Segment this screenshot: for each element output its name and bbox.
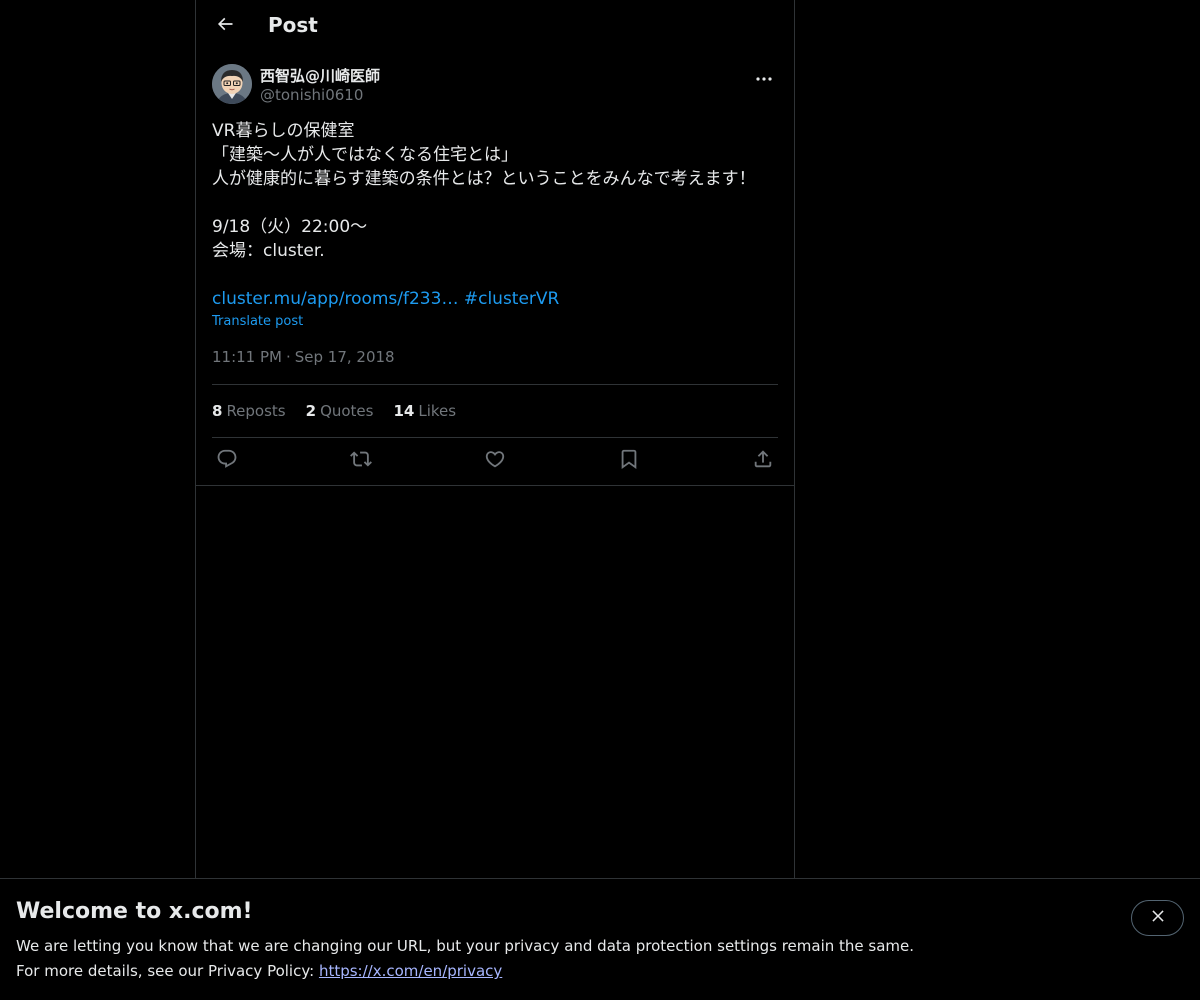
post-text-line [212,191,778,215]
post-text-line: 9/18（火）22:00〜 [212,217,368,237]
reposts-count: 8 [212,402,223,420]
engagement-stats: 8 Reposts 2 Quotes 14 Likes [212,402,456,420]
share-icon [752,448,774,474]
more-button[interactable] [750,64,778,88]
post-timestamp: 11:11 PM · Sep 17, 2018 [212,348,395,366]
likes-stat[interactable]: 14 Likes [393,402,456,420]
post-time[interactable]: 11:11 PM [212,348,282,366]
likes-count: 14 [393,402,415,420]
arrow-left-icon [215,14,235,38]
top-bar: Post [196,0,794,53]
post-link-url[interactable]: cluster.mu/app/rooms/f233… [212,289,458,309]
author-name[interactable]: 西智弘@川崎医師 [260,65,380,86]
page-title: Post [268,13,318,37]
divider [212,384,778,385]
repost-button[interactable] [346,447,376,475]
author-handle[interactable]: @tonishi0610 [260,86,363,104]
quotes-count: 2 [305,402,317,420]
post-author: 西智弘@川崎医師 @tonishi0610 [212,64,778,106]
banner-privacy-prefix: For more details, see our Privacy Policy… [16,962,319,980]
action-bar [212,447,778,475]
likes-label: Likes [418,402,457,420]
back-button[interactable] [208,9,242,43]
post-column: Post 西智弘@川崎医師 @tonishi0610 VR暮らしの保健室 「建築… [195,0,795,879]
share-button[interactable] [748,447,778,475]
quotes-stat[interactable]: 2 Quotes [306,402,374,420]
divider [196,485,794,486]
post-text-line: 人が健康的に暮らす建築の条件とは？ということをみんなで考えます！ [212,169,756,189]
repost-icon [350,448,372,474]
post-date[interactable]: Sep 17, 2018 [295,348,395,366]
post-text-line: 会場：cluster. [212,241,325,261]
avatar[interactable] [212,64,252,104]
meta-separator: · [285,348,291,366]
bookmark-icon [618,448,640,474]
close-icon [1149,907,1167,929]
translate-post-link[interactable]: Translate post [212,314,303,329]
post-text-line: VR暮らしの保健室 [212,121,355,141]
ellipsis-icon [755,67,773,86]
banner-privacy-line: For more details, see our Privacy Policy… [16,962,502,980]
reposts-label: Reposts [226,402,286,420]
welcome-banner: Welcome to x.com! We are letting you kno… [0,878,1200,1000]
hashtag-link[interactable]: #clusterVR [464,289,560,309]
privacy-policy-link[interactable]: https://x.com/en/privacy [319,962,502,980]
banner-message: We are letting you know that we are chan… [16,937,915,955]
like-button[interactable] [480,447,510,475]
close-banner-button[interactable] [1131,900,1184,936]
banner-title: Welcome to x.com! [16,899,253,924]
reply-icon [216,448,238,474]
post-text-line: 「建築〜人が人ではなくなる住宅とは」 [212,145,518,165]
post-links: cluster.mu/app/rooms/f233… #clusterVR [212,287,559,311]
quotes-label: Quotes [320,402,374,420]
reposts-stat[interactable]: 8 Reposts [212,402,286,420]
divider [212,437,778,438]
post-text: VR暮らしの保健室 「建築〜人が人ではなくなる住宅とは」 人が健康的に暮らす建築… [212,119,778,263]
reply-button[interactable] [212,447,242,475]
like-icon [484,448,506,474]
bookmark-button[interactable] [614,447,644,475]
